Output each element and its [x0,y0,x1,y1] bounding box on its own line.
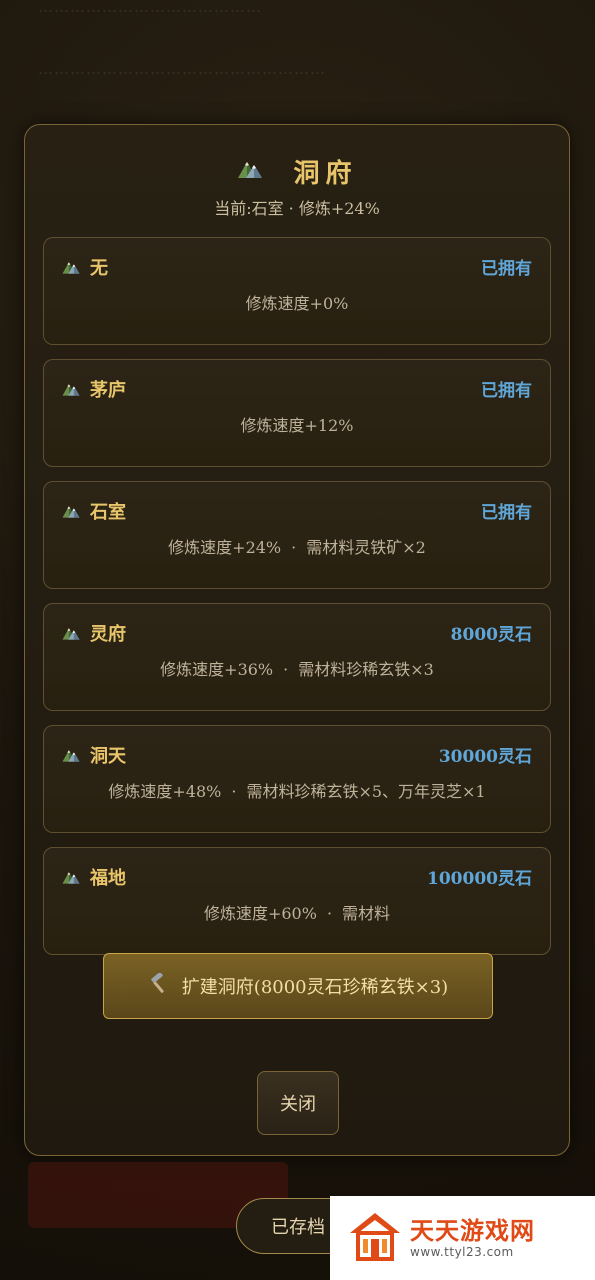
separator-dot: · [283,660,289,679]
upgrade-effect: 修炼速度+36% [160,660,274,679]
upgrade-status: 已拥有 [481,381,532,401]
watermark-text: 天天游戏网 www.ttyl23.com [410,1217,535,1259]
upgrade-materials: 需材料珍稀玄铁×3 [298,660,434,679]
upgrade-cost: 100000灵石 [427,869,532,889]
upgrade-effect: 修炼速度+48% [108,782,222,801]
background-text: ……………………………………………… [38,60,326,78]
separator-dot: · [291,538,297,557]
upgrade-name: 茅庐 [90,380,126,401]
dialog-title: 洞府 [25,153,569,190]
watermark-url: www.ttyl23.com [410,1245,514,1259]
upgrade-effect: 修炼速度+0% [245,294,349,313]
mountain-icon [61,380,81,401]
upgrade-cost: 8000灵石 [450,625,532,645]
upgrade-card-cave-heaven[interactable]: 洞天 30000灵石 修炼速度+48% · 需材料珍稀玄铁×5、万年灵芝×1 [43,725,551,833]
upgrade-card-thatched-hut[interactable]: 茅庐 已拥有 修炼速度+12% [43,359,551,467]
close-button[interactable]: 关闭 [257,1071,339,1135]
mountain-icon [61,746,81,767]
upgrade-name: 石室 [90,502,126,523]
upgrade-card-none[interactable]: 无 已拥有 修炼速度+0% [43,237,551,345]
upgrade-name: 福地 [90,868,126,889]
upgrade-effect: 修炼速度+60% [203,904,317,923]
current-level-subtitle: 当前:石室 · 修炼+24% [214,199,380,218]
expand-button-label: 扩建洞府(8000灵石珍稀玄铁×3) [181,977,449,998]
cave-dwelling-dialog: 洞府 当前:石室 · 修炼+24% 无 已拥有 修炼速度+0% 茅庐 已拥有 修… [24,124,570,1156]
upgrade-materials: 需材料灵铁矿×2 [306,538,426,557]
upgrade-card-spirit-mansion[interactable]: 灵府 8000灵石 修炼速度+36% · 需材料珍稀玄铁×3 [43,603,551,711]
mountain-icon [61,868,81,889]
separator-dot: · [231,782,237,801]
upgrade-cost: 30000灵石 [438,747,532,767]
upgrade-description: 修炼速度+24% · 需材料灵铁矿×2 [44,534,550,558]
upgrade-effect: 修炼速度+24% [168,538,282,557]
expand-cave-button[interactable]: 扩建洞府(8000灵石珍稀玄铁×3) [103,953,493,1019]
upgrade-status: 已拥有 [481,259,532,279]
mountain-icon [236,156,264,187]
upgrade-card-stone-chamber[interactable]: 石室 已拥有 修炼速度+24% · 需材料灵铁矿×2 [43,481,551,589]
upgrade-status: 已拥有 [481,503,532,523]
upgrade-name: 无 [90,258,108,279]
upgrade-description: 修炼速度+48% · 需材料珍稀玄铁×5、万年灵芝×1 [44,778,550,802]
upgrade-description: 修炼速度+36% · 需材料珍稀玄铁×3 [44,656,550,680]
upgrade-list: 无 已拥有 修炼速度+0% 茅庐 已拥有 修炼速度+12% 石室 已拥有 修炼速… [43,237,551,969]
house-logo-icon [348,1211,402,1265]
watermark-title: 天天游戏网 [410,1217,535,1245]
upgrade-description: 修炼速度+12% [44,412,550,436]
hammer-icon [148,971,170,1000]
upgrade-description: 修炼速度+60% · 需材料 [44,900,550,924]
game-screen: …………………………………… ……………………………………………… 洞府 当前:… [0,0,595,1280]
upgrade-card-blessed-land[interactable]: 福地 100000灵石 修炼速度+60% · 需材料 [43,847,551,955]
site-watermark: 天天游戏网 www.ttyl23.com [330,1196,595,1280]
upgrade-materials: 需材料珍稀玄铁×5、万年灵芝×1 [246,782,486,801]
upgrade-effect: 修炼速度+12% [240,416,354,435]
upgrade-name: 洞天 [90,746,126,767]
separator-dot: · [326,904,333,923]
upgrade-name: 灵府 [90,624,126,645]
mountain-icon [61,258,81,279]
upgrade-materials: 需材料 [342,904,391,923]
upgrade-description: 修炼速度+0% [44,290,550,314]
background-text: …………………………………… [38,0,262,16]
mountain-icon [61,502,81,523]
mountain-icon [61,624,81,645]
